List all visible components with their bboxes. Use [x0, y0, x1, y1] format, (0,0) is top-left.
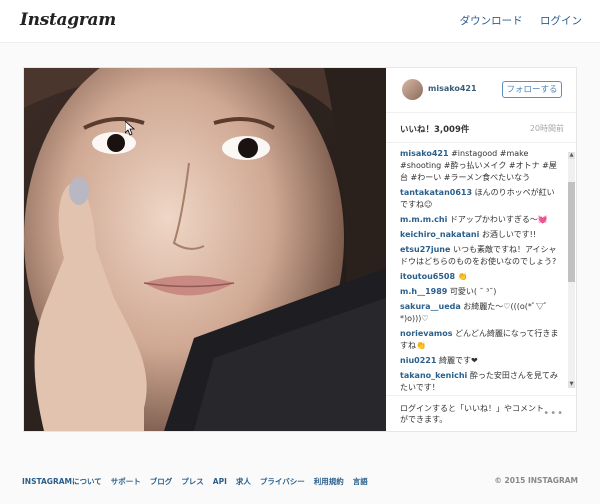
scroll-up-arrow-icon[interactable]: ▲ [568, 152, 575, 159]
comment-text: お酒しいです!! [479, 230, 537, 239]
footer-link[interactable]: API [213, 477, 227, 486]
post-header: misako421 フォローする [386, 68, 576, 113]
comment-text: ドアップかわいすぎる〜💓 [447, 215, 548, 224]
comment-username[interactable]: misako421 [400, 149, 449, 158]
footer-link[interactable]: サポート [111, 477, 141, 486]
comment-username[interactable]: m.m.m.chi [400, 215, 447, 224]
comment-text: 可愛い( ˘ ³˘) [447, 287, 497, 296]
top-bar: Instagram ダウンロード ログイン [0, 0, 600, 43]
scroll-down-arrow-icon[interactable]: ▼ [568, 381, 575, 388]
likes-count[interactable]: いいね！3,009件 [400, 123, 469, 135]
post-footer-bar: ログインすると「いいね！」やコメントができます。 ••• [386, 395, 576, 432]
comment-item: itoutou6508 👏 [400, 271, 562, 283]
comment-item: niu0221 綺麗です❤ [400, 355, 562, 367]
comment-item: keichiro_nakatani お酒しいです!! [400, 229, 562, 241]
footer-link[interactable]: 言語 [353, 477, 368, 486]
post-username[interactable]: misako421 [428, 84, 477, 93]
comment-username[interactable]: norievamos [400, 329, 453, 338]
comment-item: m.m.m.chi ドアップかわいすぎる〜💓 [400, 214, 562, 226]
comment-item: tantakatan0613 ほんのりホッペが紅いですね☺ [400, 187, 562, 211]
comment-item: sakura__ueda お綺麗た〜♡(((o(*ﾟ▽ﾟ*)o)))♡ [400, 301, 562, 325]
login-prompt[interactable]: ログインすると「いいね！」やコメントができます。 [400, 403, 550, 425]
footer-links: INSTAGRAMについて サポート ブログ プレス API 求人 プライバシー 利用規約 言語 [22, 476, 377, 487]
comments-scrollbar[interactable]: ▲ ▼ [568, 152, 575, 388]
footer-link[interactable]: INSTAGRAMについて [22, 477, 102, 486]
footer-link[interactable]: ブログ [150, 477, 173, 486]
comment-item: norievamos どんどん綺麗になって行きますね👏 [400, 328, 562, 352]
mouse-cursor-icon [124, 120, 136, 140]
comment-item: etsu27june いつも素敵ですね！アイシャドウはどちらのものをお使いなので… [400, 244, 562, 268]
post-time[interactable]: 20時間前 [530, 123, 564, 134]
post-card: misako421 フォローする いいね！3,009件 20時間前 misako… [23, 67, 577, 432]
comment-username[interactable]: itoutou6508 [400, 272, 455, 281]
comment-item: m.h__1989 可愛い( ˘ ³˘) [400, 286, 562, 298]
comment-username[interactable]: niu0221 [400, 356, 436, 365]
footer-link[interactable]: プレス [181, 477, 204, 486]
page-footer: INSTAGRAMについて サポート ブログ プレス API 求人 プライバシー 利用規約 言語… [0, 470, 600, 490]
comment-username[interactable]: takano_kenichi [400, 371, 467, 380]
post-sidebar: misako421 フォローする いいね！3,009件 20時間前 misako… [386, 68, 576, 431]
more-options-icon[interactable]: ••• [543, 408, 564, 419]
comment-username[interactable]: sakura__ueda [400, 302, 461, 311]
follow-button[interactable]: フォローする [502, 81, 562, 98]
portrait-image [24, 68, 386, 431]
login-link[interactable]: ログイン [540, 15, 582, 27]
avatar[interactable] [402, 79, 423, 100]
top-links: ダウンロード ログイン [446, 13, 582, 28]
comment-text: 👏 [455, 272, 468, 281]
footer-link[interactable]: プライバシー [260, 477, 305, 486]
download-link[interactable]: ダウンロード [460, 15, 523, 27]
comments-list[interactable]: misako421 #instagood #make #shooting #酔っ… [400, 148, 562, 391]
comment-username[interactable]: keichiro_nakatani [400, 230, 479, 239]
comment-username[interactable]: etsu27june [400, 245, 450, 254]
likes-row: いいね！3,009件 20時間前 [386, 112, 576, 143]
scroll-thumb[interactable] [568, 182, 575, 282]
comment-username[interactable]: tantakatan0613 [400, 188, 472, 197]
post-photo[interactable] [24, 68, 386, 431]
footer-link[interactable]: 利用規約 [314, 477, 344, 486]
comment-item: misako421 #instagood #make #shooting #酔っ… [400, 148, 562, 184]
comment-text: 綺麗です❤ [436, 356, 478, 365]
copyright: © 2015 INSTAGRAM [494, 476, 578, 485]
comment-item: takano_kenichi 酔った安田さんを見てみたいです！ [400, 370, 562, 391]
comment-username[interactable]: m.h__1989 [400, 287, 447, 296]
instagram-logo[interactable]: Instagram [20, 10, 116, 30]
footer-link[interactable]: 求人 [236, 477, 251, 486]
